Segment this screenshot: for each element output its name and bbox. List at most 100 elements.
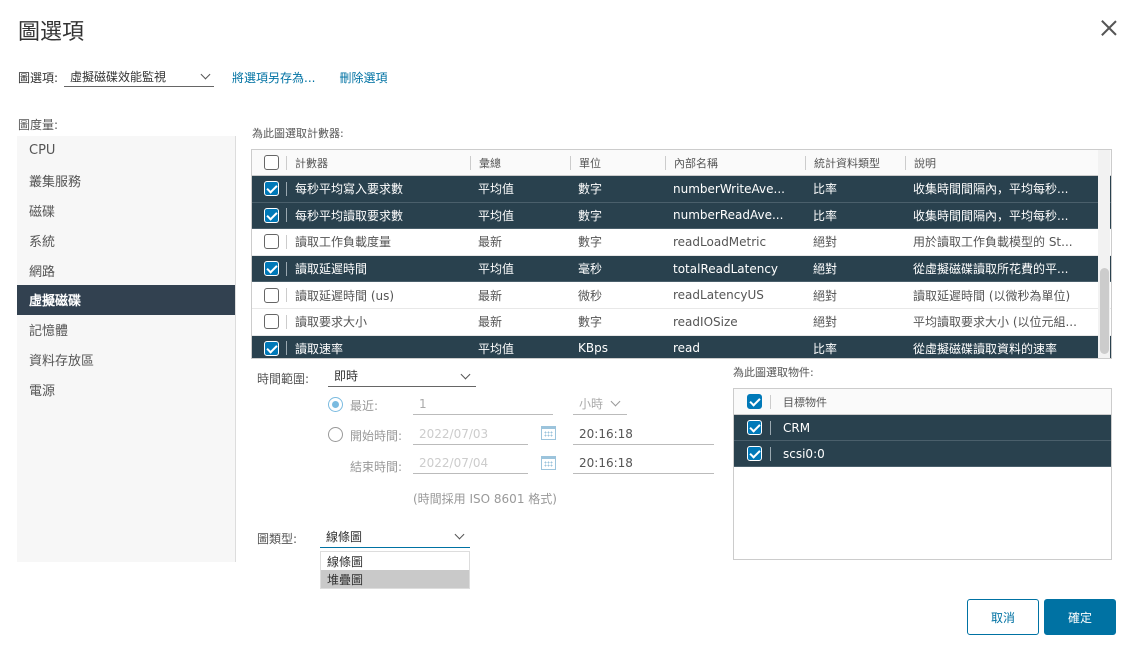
counters-grid-body: 每秒平均寫入要求數 平均值 數字 numberWriteAve... 比率 收集時間間隔內… bbox=[252, 176, 1111, 358]
timespan-select[interactable]: 即時 bbox=[328, 365, 476, 387]
counter-rollup: 平均值 bbox=[478, 208, 515, 223]
sidebar-item-cluster-services[interactable]: 叢集服務 bbox=[17, 166, 235, 196]
counter-stat-type: 絕對 bbox=[813, 262, 838, 277]
object-checkbox[interactable] bbox=[747, 420, 762, 435]
object-row[interactable]: scsi0:0 bbox=[734, 441, 1111, 467]
counter-unit: 數字 bbox=[578, 235, 603, 250]
table-row[interactable]: 每秒平均寫入要求數 平均值 數字 numberWriteAve... 比率 收集時間間隔內… bbox=[252, 176, 1111, 203]
column-header-counter[interactable]: 計數器 bbox=[286, 155, 470, 170]
object-checkbox[interactable] bbox=[747, 446, 762, 461]
grid-scrollbar[interactable] bbox=[1098, 150, 1110, 358]
counter-description: 用於讀取工作負載模型的 St... bbox=[913, 235, 1073, 250]
counter-description: 從虛擬磁碟讀取資料的速率 bbox=[913, 341, 1058, 356]
objects-grid: 目標物件 CRM scsi0:0 bbox=[733, 388, 1112, 560]
sidebar-item-system[interactable]: 系統 bbox=[17, 225, 235, 255]
counter-description: 讀取延遲時間 (以微秒為單位) bbox=[913, 288, 1071, 303]
column-header-rollup[interactable]: 彙總 bbox=[470, 155, 570, 170]
counters-title: 為此圖選取計數器: bbox=[252, 127, 344, 140]
table-row[interactable]: 讀取延遲時間 平均值 毫秒 totalReadLatency 絕對 從虛擬磁碟讀取所花費的… bbox=[252, 255, 1111, 283]
counter-rollup: 平均值 bbox=[478, 341, 515, 356]
counter-name: 讀取工作負載度量 bbox=[295, 235, 392, 249]
timespan-label: 時間範圍: bbox=[257, 372, 310, 386]
counter-checkbox[interactable] bbox=[264, 314, 279, 330]
options-select[interactable]: 虛擬磁碟效能監視 bbox=[64, 67, 215, 87]
calendar-icon[interactable] bbox=[541, 456, 556, 470]
options-selected: 虛擬磁碟效能監視 bbox=[70, 70, 167, 84]
chevron-down-icon bbox=[200, 71, 210, 81]
from-time-input[interactable]: 20:16:18 bbox=[573, 423, 714, 445]
column-header-unit[interactable]: 單位 bbox=[570, 155, 665, 170]
from-radio[interactable] bbox=[328, 427, 343, 442]
column-header-description[interactable]: 說明 bbox=[905, 155, 1093, 170]
last-radio[interactable] bbox=[328, 397, 343, 412]
counter-stat-type: 比率 bbox=[813, 341, 838, 356]
to-label: 結束時間: bbox=[350, 460, 403, 474]
calendar-icon[interactable] bbox=[541, 426, 556, 440]
scrollbar-thumb[interactable] bbox=[1100, 268, 1109, 354]
table-row[interactable]: 讀取延遲時間 (us) 最新 微秒 readLatencyUS 絕對 讀取延遲時間 (以微… bbox=[252, 282, 1111, 309]
sidebar-item-disk[interactable]: 磁碟 bbox=[17, 196, 235, 226]
counter-checkbox[interactable] bbox=[264, 181, 279, 197]
counter-description: 平均讀取要求大小 (以位元組... bbox=[913, 315, 1077, 330]
counter-stat-type: 絕對 bbox=[813, 315, 838, 330]
sidebar-item-cpu[interactable]: CPU bbox=[17, 136, 235, 166]
column-header-internal-name[interactable]: 內部名稱 bbox=[665, 155, 805, 170]
counter-stat-type: 絕對 bbox=[813, 288, 838, 303]
object-name: CRM bbox=[770, 420, 810, 435]
sidebar-item-datastore[interactable]: 資料存放區 bbox=[17, 345, 235, 375]
column-header-target-object[interactable]: 目標物件 bbox=[770, 394, 827, 409]
select-all-objects-checkbox[interactable] bbox=[747, 394, 762, 409]
counter-internal-name: totalReadLatency bbox=[673, 261, 779, 276]
last-unit-value: 小時 bbox=[579, 397, 604, 411]
counter-name: 每秒平均讀取要求數 bbox=[295, 208, 404, 223]
sidebar-item-power[interactable]: 電源 bbox=[17, 374, 235, 404]
object-row[interactable]: CRM bbox=[734, 415, 1111, 441]
close-icon[interactable] bbox=[1098, 18, 1120, 40]
last-label: 最近: bbox=[350, 399, 379, 413]
from-date-input[interactable]: 2022/07/03 bbox=[413, 423, 528, 445]
counter-unit: 數字 bbox=[578, 208, 603, 223]
counter-unit: 毫秒 bbox=[578, 262, 603, 277]
counter-description: 收集時間間隔內，平均每秒... bbox=[913, 182, 1069, 197]
counter-checkbox[interactable] bbox=[264, 287, 279, 303]
to-date-input[interactable]: 2022/07/04 bbox=[413, 452, 528, 474]
counter-internal-name: readLatencyUS bbox=[673, 288, 764, 303]
sidebar-item-network[interactable]: 網路 bbox=[17, 255, 235, 285]
sidebar-item-memory[interactable]: 記憶體 bbox=[17, 315, 235, 345]
table-row[interactable]: 每秒平均讀取要求數 平均值 數字 numberReadAve... 比率 收集時間間隔內，… bbox=[252, 202, 1111, 230]
last-value-input[interactable]: 1 bbox=[413, 393, 553, 415]
counter-description: 收集時間間隔內，平均每秒... bbox=[913, 208, 1069, 223]
column-header-stat-type[interactable]: 統計資料類型 bbox=[805, 155, 905, 170]
counters-grid-header: 計數器 彙總 單位 內部名稱 統計資料類型 說明 bbox=[252, 150, 1111, 176]
from-label: 開始時間: bbox=[350, 429, 403, 443]
sidebar-item-virtual-disk[interactable]: 虛擬磁碟 bbox=[17, 284, 235, 315]
objects-title: 為此圖選取物件: bbox=[733, 366, 814, 379]
table-row[interactable]: 讀取要求大小 最新 數字 readIOSize 絕對 平均讀取要求大小 (以位元組... bbox=[252, 309, 1111, 336]
delete-options-link[interactable]: 刪除選項 bbox=[340, 69, 388, 86]
counter-description: 從虛擬磁碟讀取所花費的平... bbox=[913, 262, 1069, 277]
timespan-selected: 即時 bbox=[334, 369, 359, 383]
cancel-button[interactable]: 取消 bbox=[967, 599, 1039, 635]
chart-type-option-stacked[interactable]: 堆疊圖 bbox=[321, 570, 469, 588]
counter-checkbox[interactable] bbox=[264, 340, 279, 356]
counter-rollup: 平均值 bbox=[478, 262, 515, 277]
options-row: 圖選項: 虛擬磁碟效能監視 將選項另存為... 刪除選項 bbox=[18, 66, 388, 88]
counter-internal-name: readIOSize bbox=[673, 314, 738, 329]
counter-internal-name: numberReadAve... bbox=[673, 208, 784, 223]
chevron-down-icon bbox=[460, 371, 470, 381]
dialog-title: 圖選項 bbox=[18, 20, 85, 45]
table-row[interactable]: 讀取速率 平均值 KBps read 比率 從虛擬磁碟讀取資料的速率 bbox=[252, 335, 1111, 358]
save-options-link[interactable]: 將選項另存為... bbox=[232, 69, 315, 86]
counter-checkbox[interactable] bbox=[264, 207, 279, 223]
counter-stat-type: 絕對 bbox=[813, 235, 838, 250]
chart-type-select[interactable]: 線條圖 bbox=[320, 526, 470, 548]
to-time-input[interactable]: 20:16:18 bbox=[573, 452, 714, 474]
counter-checkbox[interactable] bbox=[264, 234, 279, 250]
object-name: scsi0:0 bbox=[770, 446, 825, 461]
select-all-checkbox[interactable] bbox=[264, 155, 279, 170]
ok-button[interactable]: 確定 bbox=[1044, 599, 1116, 635]
options-label: 圖選項: bbox=[18, 70, 59, 85]
counter-checkbox[interactable] bbox=[264, 261, 279, 277]
table-row[interactable]: 讀取工作負載度量 最新 數字 readLoadMetric 絕對 用於讀取工作負載模型的 … bbox=[252, 229, 1111, 256]
chart-type-option-line[interactable]: 線條圖 bbox=[321, 552, 469, 570]
